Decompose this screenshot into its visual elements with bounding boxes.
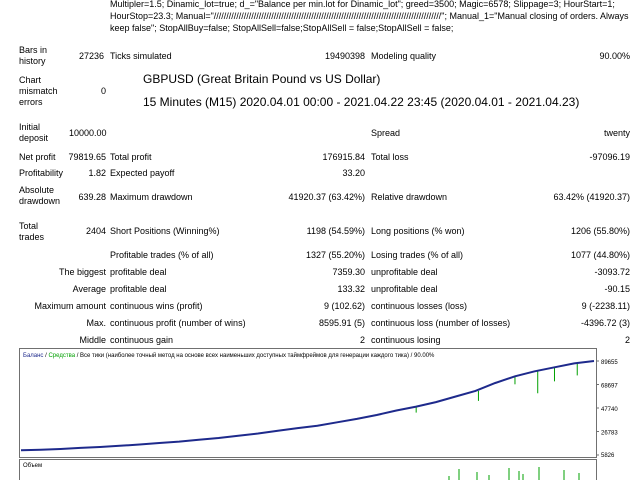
- max-profit-label: continuous profit (number of wins): [110, 318, 246, 328]
- max-losses-value: 9 (-2238.11): [581, 301, 630, 311]
- y-tick-label: 68697: [601, 384, 618, 390]
- balance-chart: Баланс / Средства / Все тики (наиболее т…: [19, 348, 618, 458]
- chart-frame: [19, 348, 597, 458]
- payoff-value: 33.20: [342, 168, 365, 178]
- total-trades-value: 2404: [85, 226, 106, 236]
- middle-gain-value: 2: [359, 335, 365, 345]
- total-trades-label: Total trades: [19, 221, 45, 242]
- deposit-value: 10000.00: [69, 128, 107, 138]
- payoff-label: Expected payoff: [110, 168, 175, 178]
- y-tick-label: 47740: [601, 407, 618, 413]
- biggest-profit-label: profitable deal: [110, 267, 167, 277]
- mismatch-label: Chart mismatch errors: [19, 75, 58, 107]
- max-loss-label: continuous loss (number of losses): [371, 318, 511, 328]
- middle-label: Middle: [79, 335, 106, 345]
- total-profit-label: Total profit: [110, 152, 152, 162]
- rel-dd-value: 63.42% (41920.37): [553, 192, 630, 202]
- profitability-value: 1.82: [88, 168, 106, 178]
- quality-value: 90.00%: [599, 51, 630, 61]
- total-loss-value: -97096.19: [589, 152, 630, 162]
- max-label: Max.: [86, 318, 106, 328]
- short-value: 1198 (54.59%): [306, 226, 365, 236]
- quality-label: Modeling quality: [371, 51, 437, 61]
- net-profit-value: 79819.65: [68, 152, 106, 162]
- spread-value: twenty: [603, 128, 630, 138]
- profit-trades-value: 1327 (55.20%): [305, 250, 365, 260]
- average-profit-label: profitable deal: [110, 284, 167, 294]
- biggest-loss-value: -3093.72: [594, 267, 630, 277]
- max-amount-label: Maximum amount: [34, 301, 106, 311]
- legend-text: / Все тики (наиболее точный метод на осн…: [75, 352, 435, 359]
- loss-trades-value: 1077 (44.80%): [570, 250, 630, 260]
- average-loss-value: -90.15: [604, 284, 630, 294]
- loss-trades-label: Losing trades (% of all): [371, 250, 464, 260]
- volume-label: Объем: [23, 463, 42, 469]
- max-wins-value: 9 (102.62): [323, 301, 365, 311]
- symbol-title: GBPUSD (Great Britain Pound vs US Dollar…: [143, 72, 381, 86]
- max-profit-value: 8595.91 (5): [318, 318, 365, 328]
- short-label: Short Positions (Winning%): [110, 226, 220, 236]
- biggest-profit-value: 7359.30: [332, 267, 365, 277]
- spread-label: Spread: [371, 128, 401, 138]
- chart-legend: Баланс / Средства / Все тики (наиболее т…: [23, 352, 435, 359]
- max-losses-label: continuous losses (loss): [371, 301, 468, 311]
- ticks-value: 19490398: [324, 51, 365, 61]
- legend-balance: Баланс: [23, 353, 43, 359]
- abs-dd-value: 639.28: [78, 192, 106, 202]
- average-loss-label: unprofitable deal: [371, 284, 438, 294]
- y-tick-label: 26783: [601, 431, 618, 437]
- ticks-label: Ticks simulated: [110, 51, 172, 61]
- total-profit-value: 176915.84: [322, 152, 365, 162]
- bars-label: Bars in history: [19, 45, 48, 66]
- middle-losing-value: 2: [624, 335, 630, 345]
- max-dd-value: 41920.37 (63.42%): [288, 192, 365, 202]
- max-loss-value: -4396.72 (3): [580, 318, 630, 328]
- net-profit-label: Net profit: [19, 152, 56, 162]
- long-value: 1206 (55.80%): [570, 226, 630, 236]
- period-title: 15 Minutes (M15) 2020.04.01 00:00 - 2021…: [143, 95, 580, 109]
- max-dd-label: Maximum drawdown: [110, 192, 193, 202]
- profit-trades-label: Profitable trades (% of all): [110, 250, 214, 260]
- biggest-label: The biggest: [58, 267, 106, 277]
- volume-frame: [19, 459, 597, 480]
- long-label: Long positions (% won): [371, 226, 465, 236]
- deposit-label: Initial deposit: [19, 122, 49, 143]
- average-label: Average: [72, 284, 106, 294]
- bars-value: 27236: [78, 51, 104, 61]
- params-text: Multipler=1.5; Dinamic_lot=true; d_="Bal…: [110, 0, 629, 33]
- total-loss-label: Total loss: [371, 152, 409, 162]
- average-profit-value: 133.32: [337, 284, 365, 294]
- biggest-loss-label: unprofitable deal: [371, 267, 438, 277]
- profitability-label: Profitability: [19, 168, 64, 178]
- max-wins-label: continuous wins (profit): [110, 301, 203, 311]
- middle-gain-label: continuous gain: [110, 335, 174, 345]
- y-tick-label: 89655: [601, 360, 618, 366]
- y-tick-label: 5826: [601, 453, 615, 458]
- rel-dd-label: Relative drawdown: [371, 192, 448, 202]
- middle-losing-label: continuous losing: [371, 335, 441, 345]
- mismatch-value: 0: [100, 86, 106, 96]
- volume-chart: Объем: [19, 459, 597, 480]
- legend-equity: Средства: [48, 353, 75, 359]
